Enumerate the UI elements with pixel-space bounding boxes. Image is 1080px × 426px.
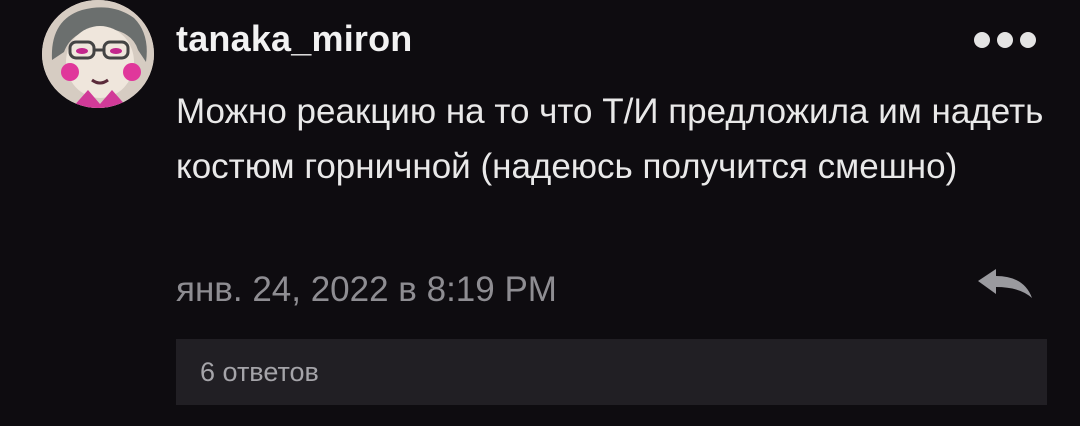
view-replies-button[interactable]: 6 ответов <box>176 339 1047 405</box>
avatar[interactable] <box>42 0 154 108</box>
reply-arrow-icon[interactable] <box>974 266 1036 302</box>
replies-count-label: 6 ответов <box>200 357 319 387</box>
avatar-image <box>42 0 154 108</box>
more-dots-icon[interactable] <box>972 30 1038 50</box>
comment-timestamp: янв. 24, 2022 в 8:19 PM <box>176 270 557 309</box>
comment-text: Можно реакцию на то что Т/И предложила и… <box>176 92 1044 186</box>
username[interactable]: tanaka_miron <box>176 18 413 60</box>
